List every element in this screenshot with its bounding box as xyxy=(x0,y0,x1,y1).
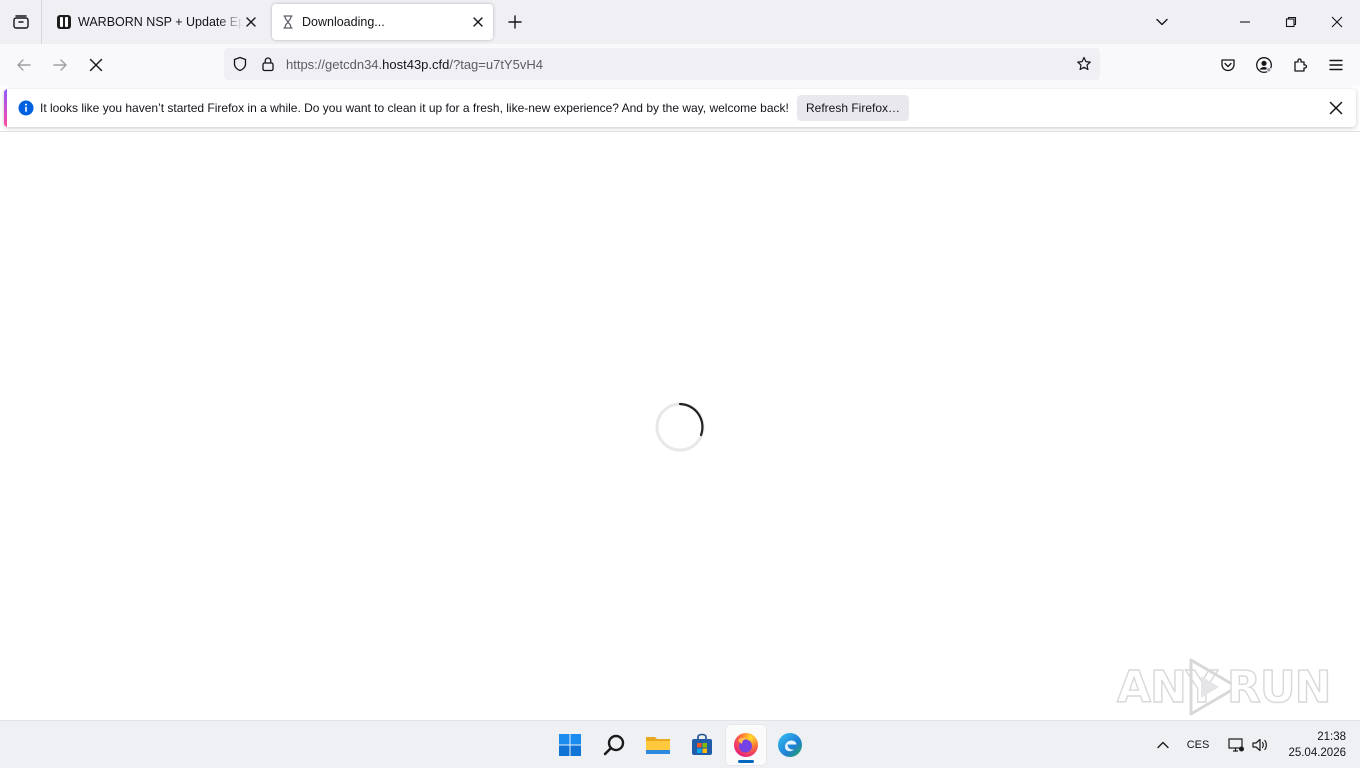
firefox-view-icon xyxy=(12,15,29,29)
arrow-left-icon xyxy=(17,59,31,71)
account-button[interactable] xyxy=(1252,53,1276,77)
microsoft-store-button[interactable] xyxy=(682,725,722,765)
close-icon xyxy=(473,17,483,27)
close-tab-button[interactable] xyxy=(242,13,260,31)
forward-button[interactable] xyxy=(46,51,74,79)
tab-downloading[interactable]: Downloading... xyxy=(272,4,493,40)
shield-icon xyxy=(233,56,247,72)
url-host: host43p.cfd xyxy=(382,57,450,72)
tab-strip: WARBORN NSP + Update Epic Multiplayer Xb… xyxy=(0,0,1360,44)
tracking-protection-button[interactable] xyxy=(230,54,250,74)
app-menu-button[interactable] xyxy=(1324,53,1348,77)
store-icon xyxy=(692,733,712,755)
arrow-right-icon xyxy=(53,59,67,71)
notification-message: It looks like you haven’t started Firefo… xyxy=(40,101,789,115)
site-favicon-icon xyxy=(57,15,71,29)
watermark-right-text: RUN xyxy=(1226,661,1332,713)
extensions-button[interactable] xyxy=(1288,53,1312,77)
url-path: /?tag=u7tY5vH4 xyxy=(449,57,543,72)
tab-title: WARBORN NSP + Update Epic Multiplayer Xb… xyxy=(78,15,243,29)
close-icon xyxy=(246,17,256,27)
bookmark-page-button[interactable] xyxy=(1074,54,1094,74)
clock-date: 25.04.2026 xyxy=(1288,747,1346,759)
url-text[interactable]: https://getcdn34.host43p.cfd/?tag=u7tY5v… xyxy=(286,57,543,72)
lock-icon xyxy=(262,57,274,72)
start-button[interactable] xyxy=(550,725,590,765)
chevron-up-icon xyxy=(1157,741,1169,749)
clock-time: 21:38 xyxy=(1317,731,1346,743)
site-info-button[interactable] xyxy=(258,54,278,74)
input-language-button[interactable]: CES xyxy=(1182,733,1214,757)
firefox-taskbar-button[interactable] xyxy=(726,725,766,765)
stop-icon xyxy=(89,58,103,72)
network-button[interactable] xyxy=(1224,733,1248,757)
network-icon xyxy=(1228,738,1244,752)
show-hidden-icons-button[interactable] xyxy=(1152,733,1174,757)
url-scheme: https:// xyxy=(286,57,326,72)
restore-button[interactable] xyxy=(1268,0,1314,44)
pocket-icon xyxy=(1221,59,1235,72)
restore-icon xyxy=(1285,16,1297,28)
firefox-icon xyxy=(734,733,758,757)
search-icon xyxy=(603,734,625,756)
stop-loading-button[interactable] xyxy=(82,51,110,79)
file-explorer-icon xyxy=(646,737,670,754)
tab-warborn[interactable]: WARBORN NSP + Update Epic Multiplayer Xb… xyxy=(48,4,266,40)
pocket-button[interactable] xyxy=(1216,53,1240,77)
url-bar[interactable]: https://getcdn34.host43p.cfd/?tag=u7tY5v… xyxy=(224,48,1100,80)
puzzle-icon xyxy=(1294,58,1308,72)
close-window-button[interactable] xyxy=(1314,0,1360,44)
system-clock[interactable]: 21:38 25.04.2026 xyxy=(1276,729,1346,761)
firefox-view-button[interactable] xyxy=(0,0,42,44)
new-tab-button[interactable] xyxy=(502,9,528,35)
minimize-icon xyxy=(1240,21,1250,23)
close-tab-button[interactable] xyxy=(469,13,487,31)
tab-title: Downloading... xyxy=(302,15,385,29)
speaker-icon xyxy=(1252,738,1267,752)
file-explorer-button[interactable] xyxy=(638,725,678,765)
taskbar-search-button[interactable] xyxy=(594,725,634,765)
refresh-firefox-button[interactable]: Refresh Firefox… xyxy=(797,95,909,121)
close-icon xyxy=(1329,101,1343,115)
hourglass-icon xyxy=(283,15,293,29)
windows-taskbar: CES 21:38 25.04.2026 xyxy=(0,720,1360,768)
list-all-tabs-button[interactable] xyxy=(1150,10,1174,34)
hamburger-menu-icon xyxy=(1329,59,1343,71)
notification-accent xyxy=(4,89,7,127)
back-button[interactable] xyxy=(10,51,38,79)
chevron-down-icon xyxy=(1156,18,1168,26)
active-app-indicator xyxy=(738,760,754,763)
loading-spinner-icon xyxy=(655,402,705,452)
start-icon xyxy=(559,734,581,756)
refresh-firefox-notification: It looks like you haven’t started Firefo… xyxy=(4,89,1356,127)
plus-icon xyxy=(508,15,522,29)
star-icon xyxy=(1077,56,1091,71)
close-icon xyxy=(1331,16,1343,28)
anyrun-watermark: ANY RUN xyxy=(1115,654,1332,724)
info-icon xyxy=(18,100,34,116)
minimize-button[interactable] xyxy=(1222,0,1268,44)
close-notification-button[interactable] xyxy=(1326,98,1346,118)
url-subdomain: getcdn34. xyxy=(325,57,383,72)
account-icon xyxy=(1256,57,1272,73)
page-content: ANY RUN xyxy=(0,132,1360,720)
volume-button[interactable] xyxy=(1248,733,1272,757)
edge-icon xyxy=(778,733,802,757)
edge-taskbar-button[interactable] xyxy=(770,725,810,765)
navigation-toolbar: https://getcdn34.host43p.cfd/?tag=u7tY5v… xyxy=(0,44,1360,86)
